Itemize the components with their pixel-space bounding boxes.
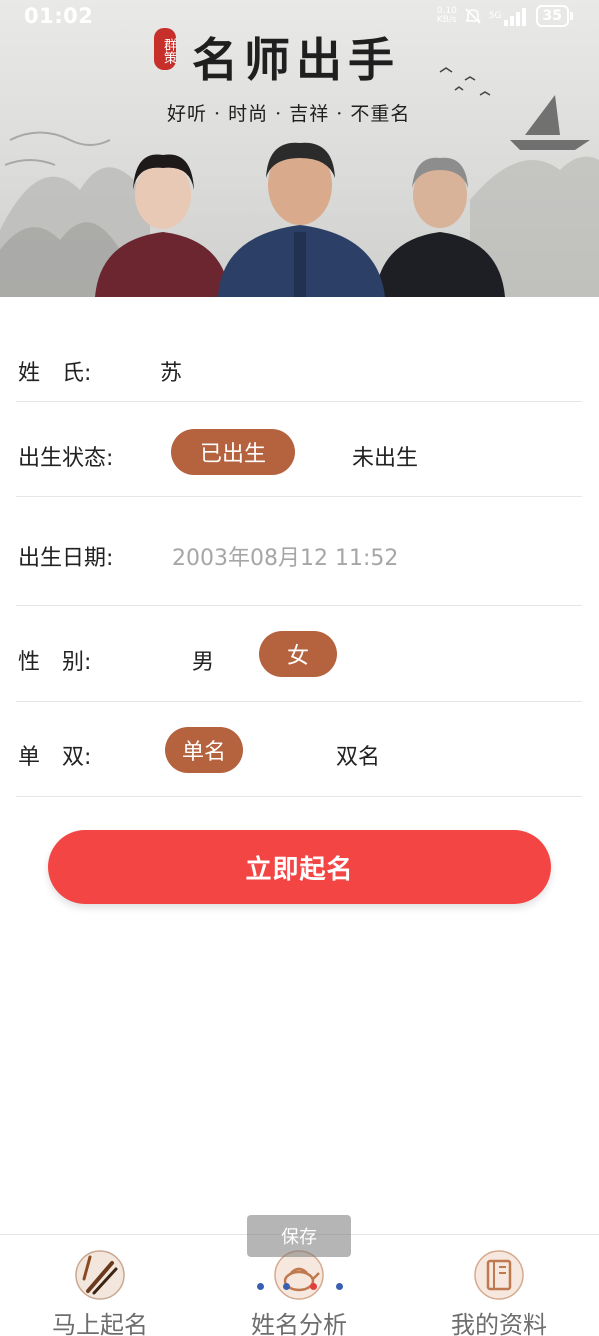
naming-form: 姓 氏: 苏 出生状态: 已出生 未出生 出生日期: 2003年08月12 11… — [16, 297, 582, 797]
gender-label: 性 别: — [18, 650, 92, 675]
page-indicator-dots — [257, 1283, 343, 1290]
nav-label-name-analysis: 姓名分析 — [251, 1311, 347, 1336]
birth-status-row: 出生状态: 已出生 未出生 — [16, 402, 582, 497]
signal-strength-icon — [503, 6, 526, 26]
nav-item-my-profile[interactable]: 我的资料 — [399, 1235, 599, 1336]
battery-icon: 35 — [535, 5, 574, 27]
status-time: 01:02 — [24, 4, 94, 28]
scroll-book-icon — [474, 1250, 524, 1300]
birth-date-value[interactable]: 2003年08月12 11:52 — [172, 540, 398, 572]
save-toast: 保存 — [247, 1215, 351, 1257]
gender-row: 性 别: 男 女 — [16, 606, 582, 702]
surname-label: 姓 氏: — [18, 361, 92, 386]
status-indicators: 0.10 KB/s 5G 35 — [436, 5, 574, 27]
master-portrait-center — [218, 142, 385, 297]
notification-off-icon — [465, 8, 481, 24]
brand-seal: 群策 — [154, 28, 176, 70]
name-length-row: 单 双: 单名 双名 — [16, 702, 582, 797]
unborn-option[interactable]: 未出生 — [352, 440, 418, 472]
surname-value[interactable]: 苏 — [160, 355, 182, 387]
network-speed: 0.10 KB/s — [436, 6, 457, 25]
surname-row[interactable]: 姓 氏: 苏 — [16, 297, 582, 402]
banner-title: 名师出手 — [192, 33, 400, 87]
birth-status-label: 出生状态: — [18, 446, 114, 471]
single-name-option[interactable]: 单名 — [165, 727, 243, 773]
gender-female-option[interactable]: 女 — [259, 631, 337, 677]
nav-label-my-profile: 我的资料 — [451, 1311, 547, 1336]
generate-name-button[interactable]: 立即起名 — [48, 830, 551, 904]
banner-subtitle: 好听 · 时尚 · 吉祥 · 不重名 — [167, 103, 411, 125]
born-option[interactable]: 已出生 — [171, 429, 295, 475]
name-length-label: 单 双: — [18, 745, 92, 770]
brush-icon — [75, 1250, 125, 1300]
double-name-option[interactable]: 双名 — [336, 739, 380, 771]
gender-male-option[interactable]: 男 — [192, 644, 214, 676]
birth-date-label: 出生日期: — [18, 546, 114, 571]
nav-label-quick-naming: 马上起名 — [52, 1311, 148, 1336]
battery-level: 35 — [542, 8, 562, 24]
nav-item-quick-naming[interactable]: 马上起名 — [0, 1235, 200, 1336]
network-type: 5G — [488, 11, 502, 21]
header-banner: 01:02 0.10 KB/s 5G 35 群策 名师出手 好听 · 时尚 · … — [0, 0, 599, 297]
birth-date-row[interactable]: 出生日期: 2003年08月12 11:52 — [16, 497, 582, 606]
